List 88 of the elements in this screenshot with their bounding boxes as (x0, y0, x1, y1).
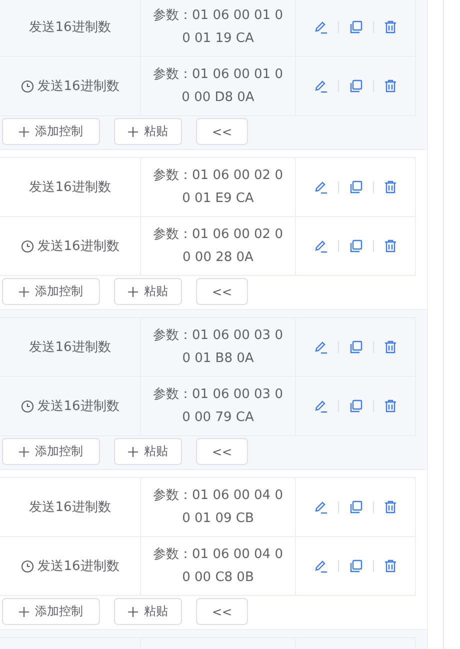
edit-button[interactable] (314, 340, 328, 354)
params-text: 参数：01 06 00 02 00 01 E9 CA (152, 166, 284, 208)
pencil-icon (314, 340, 328, 354)
trash-icon (384, 239, 397, 253)
command-text: 发送16进制数 (38, 398, 120, 415)
plus-icon (128, 126, 138, 136)
collapse-button[interactable]: << (196, 118, 248, 145)
trash-icon (384, 79, 397, 93)
delete-button[interactable] (384, 500, 397, 514)
copy-icon (349, 340, 363, 354)
copy-icon (349, 399, 363, 413)
clock-icon (20, 560, 34, 572)
copy-button[interactable] (349, 559, 363, 573)
copy-icon (349, 180, 363, 194)
pencil-icon (314, 399, 328, 413)
pencil-icon (314, 559, 328, 573)
copy-button[interactable] (349, 180, 363, 194)
command-text: 发送16进制数 (29, 339, 111, 356)
params-text: 参数：01 06 00 04 00 00 C8 0B (152, 546, 284, 586)
collapse-button[interactable]: << (196, 438, 248, 465)
plus-icon (19, 446, 29, 456)
add-control-button[interactable]: 添加控制 (2, 278, 100, 305)
delete-button[interactable] (384, 79, 397, 93)
copy-icon (349, 239, 363, 253)
plus-icon (128, 606, 138, 616)
clock-icon (20, 80, 34, 92)
delete-button[interactable] (384, 239, 397, 253)
edit-button[interactable] (314, 180, 328, 194)
params-text: 参数：01 06 00 03 00 01 B8 0A (152, 326, 284, 368)
params-text: 参数：01 06 00 02 00 00 28 0A (152, 226, 284, 266)
pencil-icon (314, 20, 328, 34)
plus-icon (19, 126, 29, 136)
copy-icon (349, 79, 363, 93)
copy-button[interactable] (349, 20, 363, 34)
delete-button[interactable] (384, 399, 397, 413)
trash-icon (384, 399, 397, 413)
plus-icon (19, 286, 29, 296)
command-text: 发送16进制数 (38, 78, 120, 95)
clock-icon (20, 240, 34, 252)
plus-icon (128, 286, 138, 296)
paste-button[interactable]: 粘贴 (114, 278, 182, 305)
plus-icon (19, 606, 29, 616)
params-text: 参数：01 06 00 04 00 01 09 CB (152, 486, 284, 528)
copy-icon (349, 500, 363, 514)
edit-button[interactable] (314, 79, 328, 93)
edit-button[interactable] (314, 239, 328, 253)
edit-button[interactable] (314, 500, 328, 514)
collapse-button[interactable]: << (196, 278, 248, 305)
command-text: 发送16进制数 (38, 558, 120, 575)
paste-button[interactable]: 粘贴 (114, 598, 182, 625)
edit-button[interactable] (314, 20, 328, 34)
collapse-button[interactable]: << (196, 598, 248, 625)
clock-icon (20, 400, 34, 412)
trash-icon (384, 20, 397, 34)
pencil-icon (314, 239, 328, 253)
copy-button[interactable] (349, 340, 363, 354)
command-text: 发送16进制数 (29, 19, 111, 36)
params-text: 参数：01 06 00 01 00 01 19 CA (152, 6, 284, 48)
trash-icon (384, 180, 397, 194)
params-text: 参数：01 06 00 01 00 00 D8 0A (152, 66, 284, 106)
copy-icon (349, 559, 363, 573)
edit-button[interactable] (314, 399, 328, 413)
pencil-icon (314, 500, 328, 514)
copy-icon (349, 20, 363, 34)
delete-button[interactable] (384, 180, 397, 194)
command-text: 发送16进制数 (29, 499, 111, 516)
trash-icon (384, 559, 397, 573)
add-control-button[interactable]: 添加控制 (2, 598, 100, 625)
command-text: 发送16进制数 (29, 179, 111, 196)
add-control-button[interactable]: 添加控制 (2, 118, 100, 145)
edit-button[interactable] (314, 559, 328, 573)
delete-button[interactable] (384, 559, 397, 573)
copy-button[interactable] (349, 239, 363, 253)
paste-button[interactable]: 粘贴 (114, 438, 182, 465)
delete-button[interactable] (384, 340, 397, 354)
pencil-icon (314, 180, 328, 194)
copy-button[interactable] (349, 399, 363, 413)
copy-button[interactable] (349, 79, 363, 93)
add-control-button[interactable]: 添加控制 (2, 438, 100, 465)
trash-icon (384, 340, 397, 354)
paste-button[interactable]: 粘贴 (114, 118, 182, 145)
command-text: 发送16进制数 (38, 238, 120, 255)
params-text: 参数：01 06 00 03 00 00 79 CA (152, 386, 284, 426)
delete-button[interactable] (384, 20, 397, 34)
copy-button[interactable] (349, 500, 363, 514)
plus-icon (128, 446, 138, 456)
pencil-icon (314, 79, 328, 93)
trash-icon (384, 500, 397, 514)
